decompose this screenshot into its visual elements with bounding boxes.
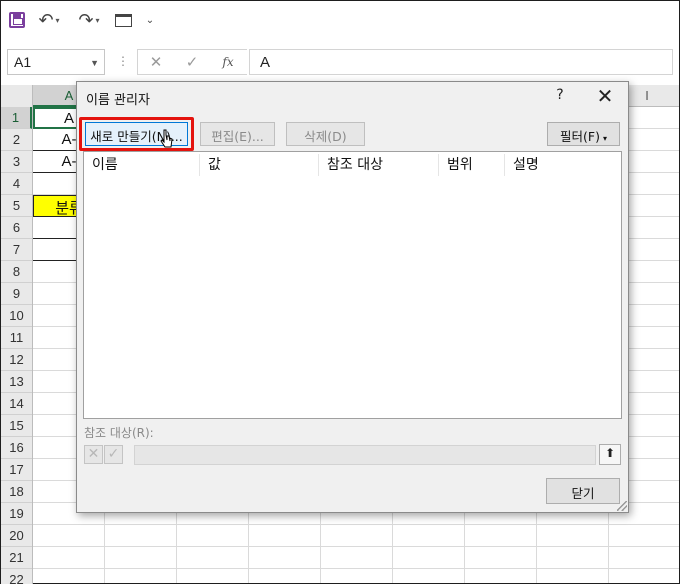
row-header[interactable]: 14: [1, 393, 32, 415]
help-icon[interactable]: ?: [553, 87, 567, 103]
row-header[interactable]: 4: [1, 173, 32, 195]
row-header[interactable]: 7: [1, 239, 32, 261]
row-header[interactable]: 8: [1, 261, 32, 283]
row-header[interactable]: 20: [1, 525, 32, 547]
insert-function-icon[interactable]: fx: [210, 55, 246, 69]
redo-glyph: ↷: [78, 9, 94, 31]
column-name[interactable]: 이름: [84, 154, 200, 176]
enter-entry-icon[interactable]: ✓: [174, 53, 210, 71]
row-header[interactable]: 16: [1, 437, 32, 459]
name-box[interactable]: A1 ▼: [7, 49, 105, 75]
mouse-cursor-icon: [160, 129, 173, 148]
column-header-i[interactable]: I: [639, 85, 655, 103]
row-header[interactable]: 22: [1, 569, 32, 584]
undo-icon[interactable]: ↶ ▾: [35, 9, 63, 31]
excel-window: ↶ ▾ ↷ ▾ ⌄ A1 ▼ ⋮ ✕ ✓ fx A A I 1 2 3 4 5 6 7 8 9 10 1…: [0, 0, 680, 584]
column-value[interactable]: 값: [200, 154, 319, 176]
names-list[interactable]: 이름 값 참조 대상 범위 설명: [83, 151, 622, 419]
column-comment[interactable]: 설명: [505, 154, 621, 176]
cancel-reference-icon[interactable]: ✕: [84, 445, 103, 464]
row-header[interactable]: 3: [1, 151, 32, 173]
names-list-header: 이름 값 참조 대상 범위 설명: [84, 152, 621, 176]
formula-buttons: ✕ ✓ fx: [137, 49, 247, 75]
column-refers-to[interactable]: 참조 대상: [319, 154, 439, 176]
customize-toolbar-icon[interactable]: ⌄: [143, 9, 157, 31]
resize-grip-icon[interactable]: [617, 501, 627, 511]
delete-name-button[interactable]: 삭제(D): [286, 122, 365, 146]
row-header[interactable]: 6: [1, 217, 32, 239]
close-button[interactable]: 닫기: [546, 478, 620, 504]
row-headers: 1 2 3 4 5 6 7 8 9 10 11 12 13 14 15 16 17 18 19 20 21 22: [1, 107, 33, 584]
edit-name-button[interactable]: 편집(E)...: [200, 122, 275, 146]
quick-access-toolbar: ↶ ▾ ↷ ▾ ⌄: [1, 1, 679, 39]
row-header[interactable]: 19: [1, 503, 32, 525]
formula-input[interactable]: A: [249, 49, 673, 75]
row-header[interactable]: 15: [1, 415, 32, 437]
annotation-highlight-box: [79, 117, 194, 151]
select-all-corner[interactable]: [1, 85, 33, 107]
formula-bar: A1 ▼ ⋮ ✕ ✓ fx A: [1, 45, 679, 79]
row-header[interactable]: 12: [1, 349, 32, 371]
undo-dropdown-icon[interactable]: ▾: [56, 16, 60, 25]
open-folder-icon[interactable]: [113, 9, 133, 31]
collapse-dialog-icon[interactable]: ⬆: [599, 444, 621, 465]
row-header[interactable]: 18: [1, 481, 32, 503]
accept-reference-icon[interactable]: ✓: [104, 445, 123, 464]
name-manager-dialog: 이름 관리자 ? ✕ 새로 만들기(N)... 편집(E)... 삭제(D) 필…: [76, 81, 629, 513]
name-box-value: A1: [14, 54, 32, 70]
save-icon[interactable]: [8, 9, 26, 31]
row-header[interactable]: 1: [1, 107, 32, 129]
undo-glyph: ↶: [38, 9, 54, 31]
formula-bar-grip[interactable]: ⋮: [117, 54, 129, 68]
column-scope[interactable]: 범위: [439, 154, 505, 176]
close-icon[interactable]: ✕: [595, 84, 615, 108]
cancel-entry-icon[interactable]: ✕: [138, 53, 174, 71]
row-header[interactable]: 21: [1, 547, 32, 569]
redo-dropdown-icon[interactable]: ▾: [96, 16, 100, 25]
filter-button[interactable]: 필터(F) ▾: [547, 122, 620, 146]
row-header[interactable]: 17: [1, 459, 32, 481]
refers-to-input[interactable]: [134, 445, 596, 465]
filter-dropdown-icon: ▾: [602, 134, 607, 143]
chevron-down-icon[interactable]: ▼: [90, 58, 99, 68]
row-header[interactable]: 5: [1, 195, 32, 217]
row-header[interactable]: 10: [1, 305, 32, 327]
row-header[interactable]: 11: [1, 327, 32, 349]
redo-icon[interactable]: ↷ ▾: [75, 9, 103, 31]
refers-to-label: 참조 대상(R):: [84, 426, 154, 440]
filter-label: 필터(F): [560, 129, 600, 144]
row-header[interactable]: 9: [1, 283, 32, 305]
dialog-title: 이름 관리자: [86, 93, 150, 108]
row-header[interactable]: 2: [1, 129, 32, 151]
row-header[interactable]: 13: [1, 371, 32, 393]
